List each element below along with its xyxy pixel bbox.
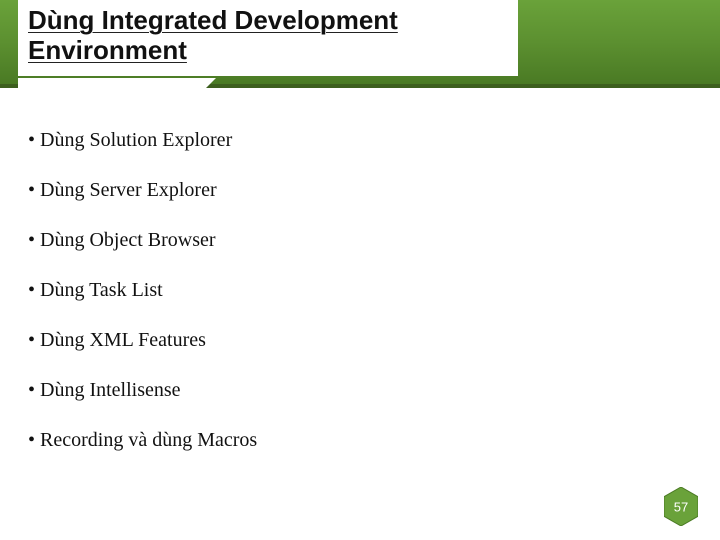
- bullet-text: Dùng Server Explorer: [40, 179, 217, 201]
- bullet-item: • Dùng Intellisense: [28, 378, 692, 402]
- title-line-1: Dùng Integrated Development: [28, 5, 398, 35]
- bullet-text: Dùng XML Features: [40, 329, 206, 351]
- page-number: 57: [674, 499, 688, 514]
- title-line-2: Environment: [28, 35, 187, 65]
- bullet-item: • Dùng Solution Explorer: [28, 128, 692, 152]
- bullet-text: Dùng Intellisense: [40, 379, 181, 401]
- bullet-item: • Dùng Server Explorer: [28, 178, 692, 202]
- title-box: Dùng Integrated Development Environment: [18, 0, 518, 76]
- bullet-text: Dùng Object Browser: [40, 229, 216, 251]
- title-tab-shape: [18, 78, 188, 106]
- slide-title: Dùng Integrated Development Environment: [28, 6, 398, 66]
- hexagon-icon: 57: [664, 487, 698, 526]
- bullet-item: • Recording và dùng Macros: [28, 428, 692, 452]
- bullet-item: • Dùng Object Browser: [28, 228, 692, 252]
- page-number-badge: 57: [664, 487, 698, 526]
- bullet-text: Recording và dùng Macros: [40, 429, 257, 451]
- bullet-item: • Dùng XML Features: [28, 328, 692, 352]
- bullet-item: • Dùng Task List: [28, 278, 692, 302]
- bullet-text: Dùng Task List: [40, 279, 163, 301]
- bullet-text: Dùng Solution Explorer: [40, 129, 232, 151]
- content-area: • Dùng Solution Explorer • Dùng Server E…: [28, 128, 692, 478]
